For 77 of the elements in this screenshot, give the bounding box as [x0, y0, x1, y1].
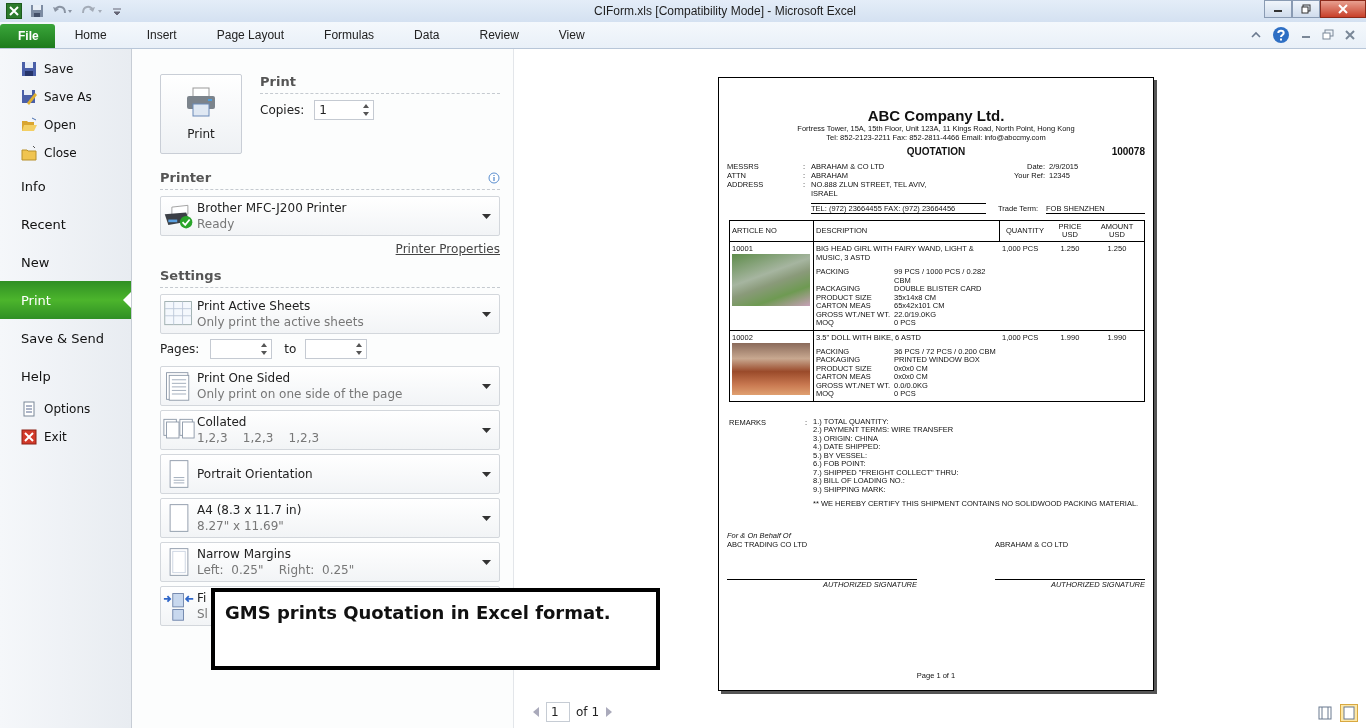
menu-item[interactable]: Recent [0, 205, 131, 243]
printer-icon [185, 87, 217, 117]
close-icon [1338, 4, 1348, 14]
close-window-icon[interactable] [1344, 29, 1356, 41]
settings-dropdown[interactable]: A4 (8.3 x 11.7 in) 8.27" x 11.69" [160, 498, 500, 538]
caret-icon [482, 471, 491, 477]
spinner-arrows-icon [362, 103, 371, 117]
ribbon-tab[interactable]: Review [459, 22, 539, 48]
folder-icon [21, 145, 37, 161]
menu-item[interactable]: Help [0, 357, 131, 395]
menu-item[interactable]: Options [0, 395, 131, 423]
copies-label: Copies: [260, 103, 305, 117]
menu-item[interactable]: Save & Send [0, 319, 131, 357]
spinner-arrows-icon [355, 342, 364, 356]
close-button[interactable] [1320, 0, 1366, 18]
caret-icon [482, 383, 491, 389]
caret-icon [482, 427, 491, 433]
menu-item[interactable]: New [0, 243, 131, 281]
caret-icon [482, 559, 491, 565]
caption-tooltip: GMS prints Quotation in Excel format. [211, 588, 660, 670]
excel-logo-icon [6, 3, 22, 19]
settings-dropdown[interactable]: Narrow Margins Left: 0.25" Right: 0.25" [160, 542, 500, 582]
save-icon[interactable] [30, 4, 44, 18]
settings-dropdown[interactable]: Portrait Orientation [160, 454, 500, 494]
window-title: CIForm.xls [Compatibility Mode] - Microsoft Excel [592, 4, 858, 18]
ribbon-tab[interactable]: View [538, 22, 605, 48]
restore-window-icon[interactable] [1322, 29, 1334, 41]
close-icon [21, 429, 37, 445]
collapse-ribbon-icon[interactable] [1250, 30, 1262, 40]
caret-icon [482, 515, 491, 521]
maximize-button[interactable] [1292, 0, 1320, 18]
ribbon-tab[interactable]: Page Layout [196, 22, 305, 48]
minimize-button[interactable] [1264, 0, 1292, 18]
next-page-icon[interactable] [605, 707, 613, 717]
show-margins-icon[interactable] [1318, 706, 1332, 720]
page-count: of 1 [576, 705, 599, 719]
copies-field[interactable]: 1 [314, 100, 375, 120]
menu-item[interactable]: Info [0, 167, 131, 205]
fit-page-icon [163, 590, 195, 622]
ribbon-tab[interactable]: Home [54, 22, 127, 48]
previous-page-icon[interactable] [532, 707, 540, 717]
pages-label: Pages: [160, 342, 200, 356]
print-button[interactable]: Print [160, 74, 242, 154]
folder-icon [21, 117, 37, 133]
info-icon[interactable] [488, 171, 500, 184]
printer-dropdown[interactable]: Brother MFC-J200 Printer Ready [160, 196, 500, 236]
page-number-field[interactable]: 1 [546, 702, 570, 722]
page-from-field[interactable] [210, 339, 273, 359]
restore-icon [1301, 4, 1311, 14]
menu-item[interactable]: Close [0, 139, 131, 167]
menu-item[interactable]: Open [0, 111, 131, 139]
settings-dropdown[interactable]: Collated 1,2,3 1,2,3 1,2,3 [160, 410, 500, 450]
page-to-field[interactable] [305, 339, 368, 359]
menu-item[interactable]: Save As [0, 83, 131, 111]
company-name: ABC Company Ltd. [866, 108, 1006, 124]
menu-item[interactable]: Exit [0, 423, 131, 451]
ribbon-tab[interactable]: Formulas [304, 22, 395, 48]
caret-icon [482, 213, 491, 219]
save-as-icon [21, 89, 37, 105]
help-icon[interactable] [1272, 26, 1290, 44]
menu-item[interactable]: Save [0, 55, 131, 83]
to-label: to [284, 342, 297, 356]
ribbon-tab[interactable]: Data [394, 22, 460, 48]
section-heading: Printer [160, 170, 212, 185]
printer-properties-link[interactable]: Printer Properties [395, 242, 500, 256]
ribbon-tab[interactable]: Insert [126, 22, 197, 48]
zoom-to-page-icon[interactable] [1340, 704, 1358, 722]
section-heading: Print [260, 74, 297, 89]
section-heading: Settings [160, 268, 223, 283]
ribbon-tab[interactable]: File [0, 24, 55, 48]
quotation-number: 100078 [1111, 146, 1145, 157]
settings-dropdown[interactable]: Print One Sided Only print on one side of the page [160, 366, 500, 406]
document-icon [21, 401, 37, 417]
settings-dropdown[interactable]: Print Active Sheets Only print the active sheets [160, 294, 500, 334]
spinner-arrows-icon [260, 342, 269, 356]
caret-icon [482, 311, 491, 317]
document-title: QUOTATION [906, 146, 966, 158]
